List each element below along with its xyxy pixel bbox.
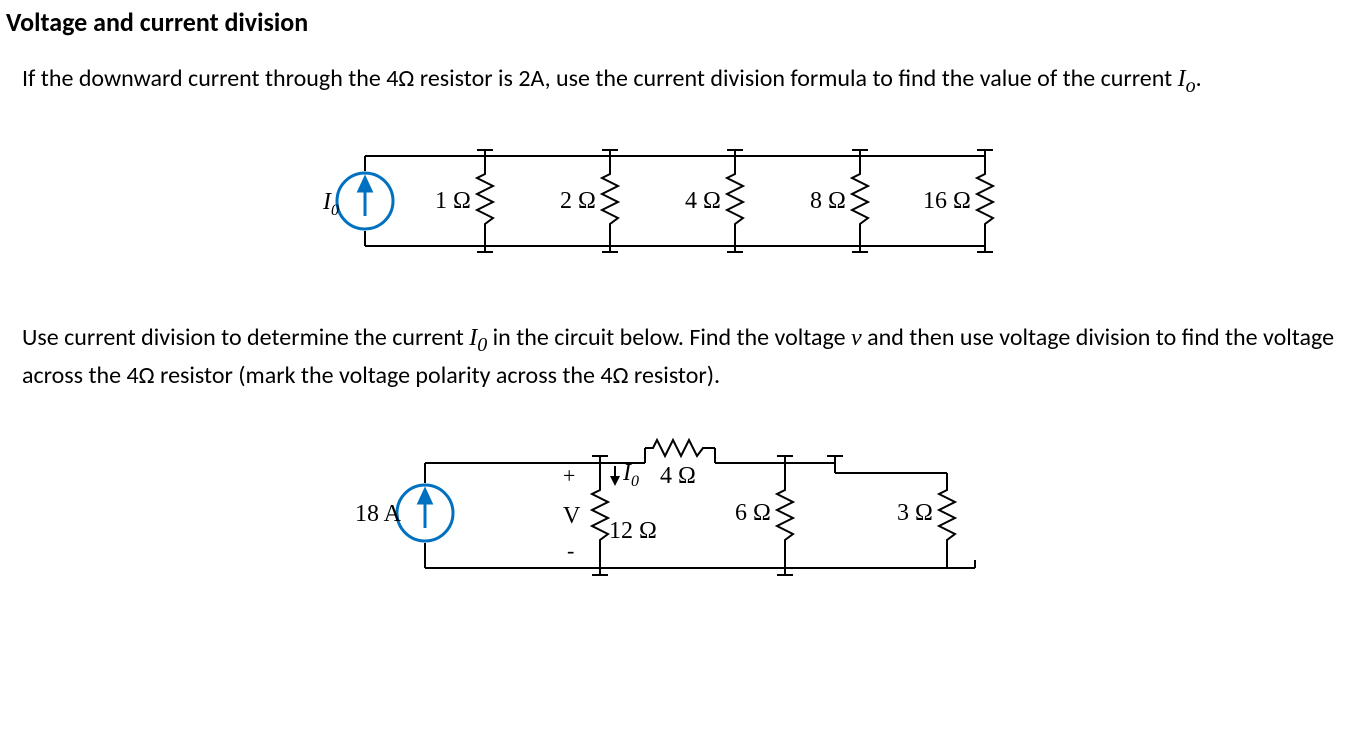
circuit2-minus: - bbox=[567, 538, 574, 563]
circuit2-plus: + bbox=[563, 463, 575, 488]
circuit2-v-label: V bbox=[563, 503, 581, 529]
circuit-1-schematic: I0 1 Ω 2 Ω 4 Ω 8 Ω bbox=[315, 136, 1035, 266]
circuit-2-schematic: 18 A 12 Ω + V - I0 4 Ω 6 Ω 3 Ω bbox=[315, 428, 1035, 598]
problem-1-text: If the downward current through the 4Ω r… bbox=[22, 62, 1344, 100]
circuit2-r4-label: 4 Ω bbox=[660, 463, 696, 489]
circuit2-r3-label: 3 Ω bbox=[897, 500, 933, 526]
circuit1-r5-label: 16 Ω bbox=[923, 188, 971, 214]
problem-1-subscript: o bbox=[1186, 75, 1196, 97]
circuit1-r2-label: 2 Ω bbox=[560, 188, 596, 214]
problem-2-subscript: 0 bbox=[477, 334, 487, 356]
circuit2-r12-label: 12 Ω bbox=[609, 518, 657, 544]
circuit1-r4-label: 8 Ω bbox=[810, 188, 846, 214]
problem-1-body: If the downward current through the 4Ω r… bbox=[22, 64, 1178, 93]
circuit1-r3-label: 4 Ω bbox=[685, 188, 721, 214]
circuit2-io-sub: 0 bbox=[631, 473, 639, 490]
problem-1-period: . bbox=[1196, 64, 1202, 93]
svg-text:I0: I0 bbox=[322, 189, 339, 219]
svg-text:I0: I0 bbox=[622, 460, 639, 490]
problem-2-body-a: Use current division to determine the cu… bbox=[22, 323, 469, 352]
circuit2-source-label: 18 A bbox=[355, 501, 402, 527]
circuit1-r1-label: 1 Ω bbox=[435, 188, 471, 214]
problem-1-var: I bbox=[1178, 66, 1186, 92]
circuit2-r6-label: 6 Ω bbox=[735, 500, 771, 526]
page-title: Voltage and current division bbox=[6, 6, 1344, 38]
problem-2-text: Use current division to determine the cu… bbox=[22, 321, 1344, 392]
circuit1-source-sub: 0 bbox=[331, 202, 339, 219]
problem-2-voltage-var: v bbox=[851, 325, 862, 351]
problem-2-body-b: in the circuit below. Find the voltage bbox=[487, 323, 851, 352]
